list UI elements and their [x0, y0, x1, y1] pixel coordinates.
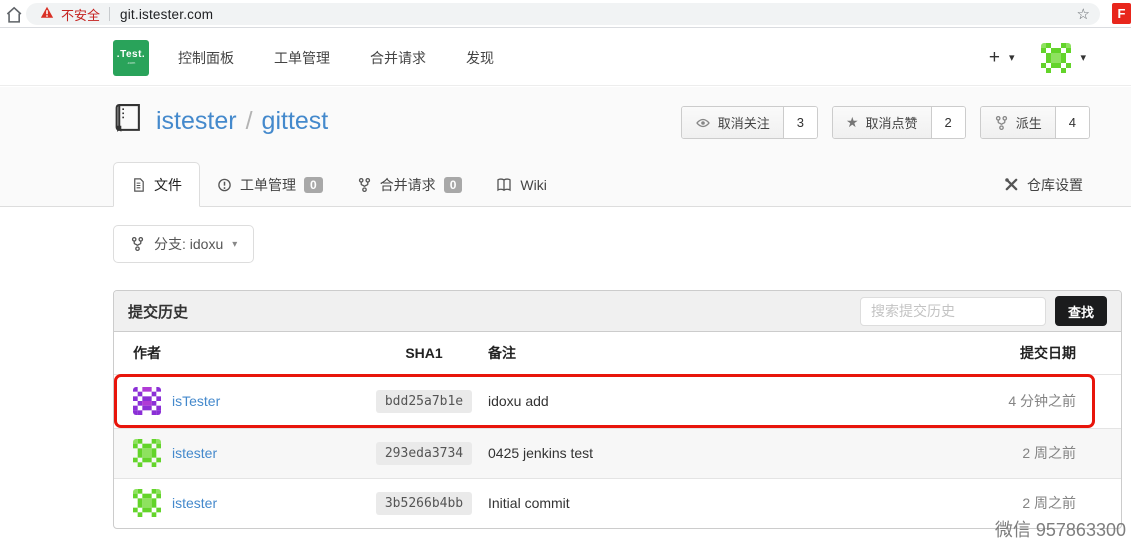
commit-row: istester 3b5266b4bb Initial commit 2 周之前: [114, 478, 1121, 528]
commit-author-avatar: [133, 387, 161, 415]
branch-selector-label: 分支: idoxu: [154, 234, 223, 254]
commit-message: 0425 jenkins test: [484, 428, 931, 478]
repo-owner-link[interactable]: istester: [156, 107, 237, 135]
site-logo-subtext: .com: [113, 60, 149, 65]
tab-wiki[interactable]: Wiki: [479, 162, 563, 207]
repo-title-row: istester / gittest: [113, 103, 328, 139]
unstar-button[interactable]: ★ 取消点赞 2: [832, 106, 966, 139]
commit-row: isTester bdd25a7b1e idoxu add 4 分钟之前: [114, 374, 1121, 428]
tab-wiki-label: Wiki: [520, 177, 546, 193]
unwatch-label: 取消关注: [718, 113, 770, 132]
tab-pull-requests-label: 合并请求: [380, 175, 436, 195]
search-button[interactable]: 查找: [1055, 296, 1107, 326]
browser-toolbar: 不安全 git.istester.com ☆ F: [0, 0, 1131, 28]
tab-issues[interactable]: 工单管理 0: [200, 162, 340, 207]
security-warning-label[interactable]: 不安全: [61, 5, 100, 24]
fork-label: 派生: [1016, 113, 1042, 132]
issue-icon: [217, 177, 232, 193]
panel-title: 提交历史: [128, 301, 188, 322]
eye-icon: [695, 116, 711, 130]
tab-pull-requests[interactable]: 合并请求 0: [340, 162, 480, 207]
pull-requests-count-badge: 0: [444, 177, 463, 193]
commit-author-link[interactable]: istester: [172, 495, 217, 511]
commit-message: Initial commit: [484, 478, 931, 528]
create-new-caret-icon[interactable]: ▾: [1009, 51, 1015, 64]
nav-right-controls: + ▾ ▾: [989, 29, 1086, 86]
address-bar[interactable]: 不安全 git.istester.com ☆: [26, 3, 1100, 25]
tab-files-label: 文件: [154, 175, 182, 195]
fork-count[interactable]: 4: [1056, 107, 1089, 138]
commit-history-panel: 提交历史 查找 作者 SHA1 备注 提交日期 isTester bdd25a7…: [113, 290, 1122, 529]
url-text[interactable]: git.istester.com: [120, 7, 213, 22]
commit-author-avatar: [133, 439, 161, 467]
browser-extension-icon[interactable]: F: [1112, 3, 1131, 24]
branch-icon: [130, 236, 145, 252]
repo-book-icon: [113, 103, 142, 139]
nav-item-explore[interactable]: 发现: [450, 48, 518, 68]
commit-sha-link[interactable]: 293eda3734: [376, 442, 472, 465]
commit-date: 4 分钟之前: [931, 374, 1121, 428]
nav-menu: 控制面板 工单管理 合并请求 发现: [162, 29, 518, 86]
column-sha1: SHA1: [364, 332, 484, 374]
commit-table-header-row: 作者 SHA1 备注 提交日期: [114, 332, 1121, 374]
site-logo[interactable]: .Test. .com: [113, 40, 149, 76]
commit-sha-link[interactable]: 3b5266b4bb: [376, 492, 472, 515]
commit-search: 查找: [860, 296, 1107, 326]
unstar-label: 取消点赞: [866, 113, 918, 132]
branch-caret-icon: ▾: [232, 239, 237, 250]
commit-author-link[interactable]: istester: [172, 445, 217, 461]
tab-issues-label: 工单管理: [240, 175, 296, 195]
pull-request-icon: [357, 177, 372, 193]
commit-history-header: 提交历史 查找: [114, 291, 1121, 332]
repo-action-buttons: 取消关注 3 ★ 取消点赞 2 派生 4: [681, 106, 1090, 139]
column-message: 备注: [484, 332, 931, 374]
commit-author-link[interactable]: isTester: [172, 393, 220, 409]
user-menu-caret-icon[interactable]: ▾: [1080, 51, 1086, 64]
repo-settings-label: 仓库设置: [1027, 175, 1083, 195]
security-warning-icon[interactable]: [40, 5, 54, 24]
site-logo-text: .Test.: [113, 40, 149, 60]
commit-table: 作者 SHA1 备注 提交日期 isTester bdd25a7b1e idox…: [114, 332, 1121, 528]
star-icon: ★: [846, 114, 859, 131]
user-avatar[interactable]: [1041, 43, 1071, 73]
branch-selector[interactable]: 分支: idoxu ▾: [113, 225, 254, 263]
file-icon: [131, 177, 146, 193]
repo-header-section: istester / gittest 取消关注 3 ★ 取消点赞 2 派生 4 文件 …: [0, 87, 1131, 207]
watermark-text: 微信 957863300: [995, 516, 1126, 542]
nav-item-pull-requests[interactable]: 合并请求: [354, 48, 450, 68]
fork-button[interactable]: 派生 4: [980, 106, 1090, 139]
fork-icon: [994, 115, 1009, 131]
repo-tabs: 文件 工单管理 0 合并请求 0 Wiki 仓库设置: [113, 162, 1100, 207]
home-icon[interactable]: [4, 5, 22, 28]
commit-search-input[interactable]: [860, 297, 1046, 326]
star-count[interactable]: 2: [932, 107, 965, 138]
commit-message: idoxu add: [484, 374, 931, 428]
nav-item-dashboard[interactable]: 控制面板: [162, 48, 258, 68]
bookmark-star-icon[interactable]: ☆: [1077, 5, 1090, 23]
wiki-icon: [496, 177, 512, 192]
commit-date: 2 周之前: [931, 428, 1121, 478]
tools-icon: [1004, 177, 1019, 192]
column-date: 提交日期: [931, 332, 1121, 374]
issues-count-badge: 0: [304, 177, 323, 193]
repo-name-link[interactable]: gittest: [262, 107, 329, 135]
repo-breadcrumb: istester / gittest: [156, 107, 328, 136]
address-bar-divider: [109, 7, 110, 21]
commit-sha-link[interactable]: bdd25a7b1e: [376, 390, 472, 413]
top-navbar: .Test. .com 控制面板 工单管理 合并请求 发现 + ▾ ▾: [0, 29, 1131, 86]
commit-author-avatar: [133, 489, 161, 517]
watch-count[interactable]: 3: [784, 107, 817, 138]
unwatch-button[interactable]: 取消关注 3: [681, 106, 818, 139]
breadcrumb-separator: /: [246, 107, 253, 135]
repo-settings-button[interactable]: 仓库设置: [987, 162, 1100, 207]
nav-item-issues[interactable]: 工单管理: [258, 48, 354, 68]
create-new-button[interactable]: +: [989, 48, 1000, 67]
tab-files[interactable]: 文件: [113, 162, 200, 207]
commit-row: istester 293eda3734 0425 jenkins test 2 …: [114, 428, 1121, 478]
column-author: 作者: [114, 332, 364, 374]
